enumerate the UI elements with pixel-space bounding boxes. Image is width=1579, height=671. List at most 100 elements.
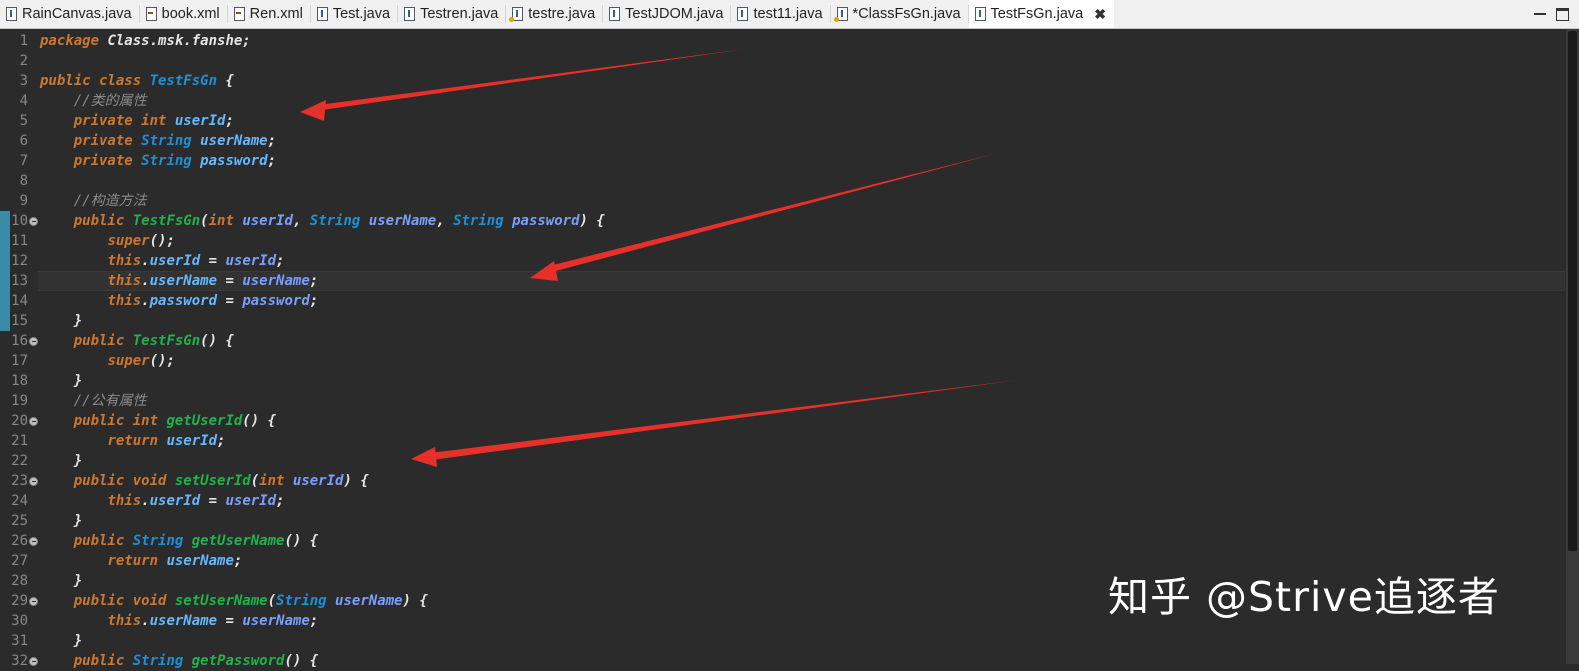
fold-collapse-icon[interactable] (29, 597, 38, 606)
line-number: 26 (11, 533, 28, 549)
code-token: . (141, 493, 150, 509)
code-line[interactable]: //公有属性 (40, 391, 147, 411)
code-token: String (141, 153, 201, 169)
line-number: 8 (19, 173, 28, 189)
line-number: 19 (11, 393, 28, 409)
tab-testren-java[interactable]: Testren.java (398, 0, 507, 28)
code-token: ; (225, 113, 234, 129)
code-line[interactable]: //类的属性 (40, 91, 147, 111)
fold-collapse-icon[interactable] (29, 337, 38, 346)
minimize-icon[interactable] (1534, 13, 1546, 15)
code-line[interactable]: public TestFsGn() { (40, 331, 234, 351)
xml-file-icon (145, 7, 157, 21)
code-line[interactable]: //构造方法 (40, 191, 147, 211)
code-line[interactable]: this.userId = userId; (40, 251, 284, 271)
code-token: public (73, 333, 133, 349)
code-token: ) { (402, 593, 428, 609)
code-token: private (73, 133, 142, 149)
tab-book-xml[interactable]: book.xml (140, 0, 228, 28)
close-tab-icon[interactable]: ✖ (1094, 6, 1106, 23)
code-line[interactable]: } (40, 511, 82, 531)
code-token: password (149, 293, 218, 309)
code-line[interactable]: public class TestFsGn { (40, 71, 234, 91)
code-line[interactable]: public TestFsGn(int userId, String userN… (40, 211, 605, 231)
code-line[interactable]: package Class.msk.fanshe; (40, 31, 251, 51)
maximize-icon[interactable] (1556, 7, 1569, 21)
line-number: 28 (11, 573, 28, 589)
code-line[interactable]: this.password = password; (40, 291, 318, 311)
code-token: () { (284, 533, 319, 549)
code-line[interactable]: private String userName; (40, 131, 276, 151)
code-token: userId (242, 213, 293, 229)
java-file-warning-icon (833, 7, 848, 22)
code-line[interactable]: private int userId; (40, 111, 234, 131)
code-line[interactable]: } (40, 571, 82, 591)
fold-collapse-icon[interactable] (29, 417, 38, 426)
line-number: 5 (19, 113, 28, 129)
code-token: String (309, 213, 369, 229)
code-token: ( (200, 213, 209, 229)
code-token: public void (73, 593, 175, 609)
code-token: userId (292, 473, 344, 489)
line-number: 27 (11, 553, 28, 569)
code-token: ; (233, 553, 243, 569)
code-line[interactable]: } (40, 311, 82, 331)
code-token: () { (242, 413, 277, 429)
code-token: this (107, 293, 142, 309)
line-number: 29 (11, 593, 28, 609)
code-token: ) { (343, 473, 369, 489)
code-line[interactable]: } (40, 371, 82, 391)
code-line[interactable]: this.userName = userName; (40, 271, 318, 291)
code-token: private int (73, 113, 175, 129)
fold-collapse-icon[interactable] (29, 477, 38, 486)
code-line[interactable]: return userName; (40, 551, 242, 571)
code-line[interactable]: public String getPassword() { (40, 651, 318, 671)
tab-label: book.xml (161, 6, 220, 22)
fold-collapse-icon[interactable] (29, 537, 38, 546)
code-token: private (73, 153, 142, 169)
vertical-scrollbar[interactable] (1566, 29, 1579, 664)
tab-raincanvas-java[interactable]: RainCanvas.java (0, 0, 140, 28)
fold-collapse-icon[interactable] (29, 217, 38, 226)
fold-collapse-icon[interactable] (29, 657, 38, 666)
code-line[interactable]: } (40, 631, 82, 651)
tab-ren-xml[interactable]: Ren.xml (228, 0, 311, 28)
code-token: String (276, 593, 336, 609)
code-token: //公有属性 (73, 393, 147, 409)
code-token: String (132, 653, 192, 669)
line-number: 15 (11, 313, 28, 329)
code-token: int (259, 473, 293, 489)
code-line[interactable]: super(); (40, 351, 174, 371)
tab-label: Testren.java (420, 6, 499, 22)
tab-classfsgn-java[interactable]: *ClassFsGn.java (831, 0, 969, 28)
code-line[interactable]: } (40, 451, 82, 471)
zhihu-watermark: 知乎 @Strive追逐者 (1108, 573, 1500, 621)
code-line[interactable]: private String password; (40, 151, 276, 171)
scroll-thumb[interactable] (1568, 31, 1577, 551)
code-line[interactable]: this.userName = userName; (40, 611, 318, 631)
code-token: ; (309, 613, 319, 629)
code-token: = (217, 273, 243, 289)
code-line[interactable]: return userId; (40, 431, 225, 451)
tab-testre-java[interactable]: testre.java (506, 0, 604, 28)
code-line[interactable]: public String getUserName() { (40, 531, 318, 551)
tab-testjdom-java[interactable]: TestJDOM.java (603, 0, 732, 28)
code-token: , (292, 213, 310, 229)
tab-test11-java[interactable]: test11.java (731, 0, 831, 28)
code-line[interactable]: super(); (40, 231, 174, 251)
code-line[interactable]: public void setUserName(String userName)… (40, 591, 428, 611)
code-line[interactable]: public void setUserId(int userId) { (40, 471, 369, 491)
tab-testfsgn-java[interactable]: TestFsGn.java ✖ (968, 0, 1114, 28)
tab-label: Test.java (332, 6, 391, 22)
tab-test-java[interactable]: Test.java (311, 0, 399, 28)
code-line[interactable]: public int getUserId() { (40, 411, 276, 431)
java-file-icon (316, 7, 328, 21)
code-line[interactable]: this.userId = userId; (40, 491, 284, 511)
